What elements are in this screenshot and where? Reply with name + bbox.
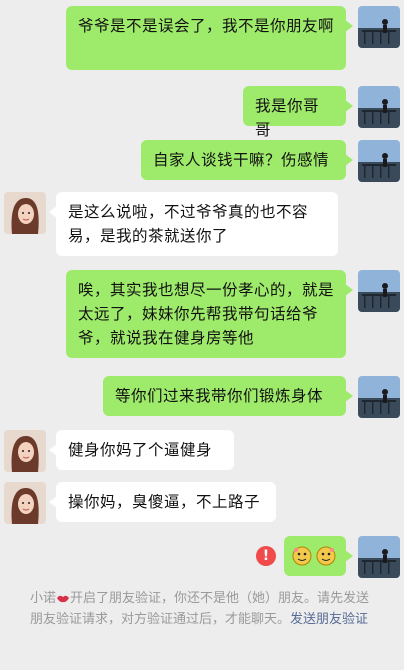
my-avatar[interactable] xyxy=(358,536,400,578)
message-bubble[interactable]: 健身你妈了个逼健身 xyxy=(49,430,234,470)
message-bubble[interactable]: 我是你哥哥 xyxy=(243,86,353,139)
send-failed-icon[interactable]: ! xyxy=(256,546,276,566)
contact-name: 小诺 xyxy=(30,591,57,606)
message-bubble[interactable]: 是这么说啦，不过爷爷真的也不容易，是我的茶就送你了 xyxy=(49,192,338,256)
contact-avatar[interactable] xyxy=(4,482,46,524)
my-avatar[interactable] xyxy=(358,6,400,48)
sticker-bubble[interactable] xyxy=(284,536,353,576)
my-avatar[interactable] xyxy=(358,140,400,182)
message-bubble[interactable]: 操你妈，臭傻逼，不上路子 xyxy=(49,482,276,522)
message-bubble[interactable]: 爷爷是不是误会了，我不是你朋友啊 xyxy=(66,6,353,70)
sticker-image xyxy=(292,546,336,566)
my-avatar[interactable] xyxy=(358,376,400,418)
system-notice: 小诺 开启了朋友验证，你还不是他（她）朋友。请先发送朋友验证请求，对方验证通过后，… xyxy=(30,588,380,630)
my-avatar[interactable] xyxy=(358,86,400,128)
message-bubble[interactable]: 唉，其实我也想尽一份孝心的，就是太远了，妹妹你先帮我带句话给爷爷，就说我在健身房… xyxy=(66,270,353,358)
contact-avatar[interactable] xyxy=(4,430,46,472)
message-bubble[interactable]: 自家人谈钱干嘛？伤感情 xyxy=(141,140,353,180)
my-avatar[interactable] xyxy=(358,270,400,312)
message-bubble[interactable]: 等你们过来我带你们锻炼身体 xyxy=(103,376,353,416)
send-verification-link[interactable]: 发送朋友验证 xyxy=(290,612,368,627)
contact-avatar[interactable] xyxy=(4,192,46,234)
lips-icon xyxy=(57,595,70,603)
